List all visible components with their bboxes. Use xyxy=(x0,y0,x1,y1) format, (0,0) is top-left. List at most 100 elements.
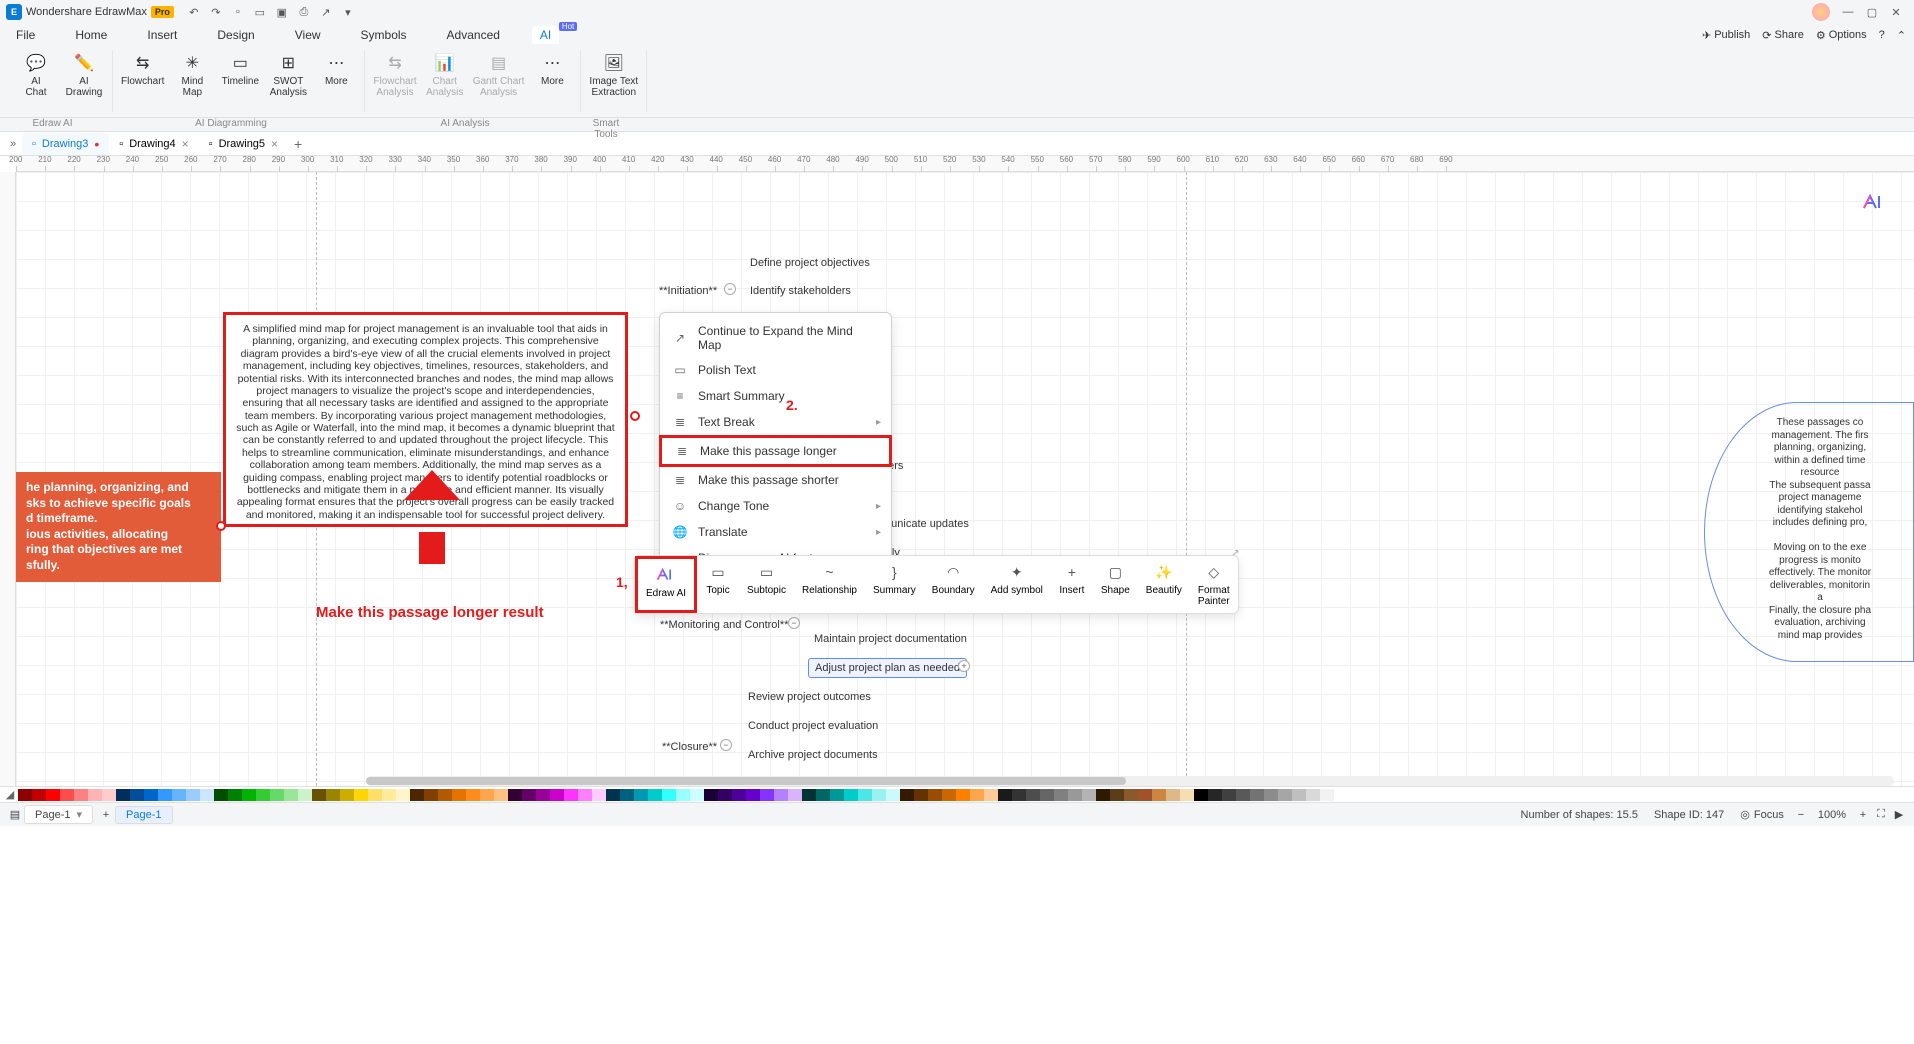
export-icon[interactable]: ↗ xyxy=(318,4,334,20)
ribbon-swot-analysis[interactable]: ⊞SWOTAnalysis xyxy=(268,50,308,98)
color-swatch[interactable] xyxy=(312,789,326,801)
color-swatch[interactable] xyxy=(18,789,32,801)
color-swatch[interactable] xyxy=(130,789,144,801)
color-swatch[interactable] xyxy=(480,789,494,801)
expand-icon[interactable]: + xyxy=(958,660,970,672)
ftb-add-symbol[interactable]: ✦Add symbol xyxy=(983,556,1051,613)
color-swatch[interactable] xyxy=(872,789,886,801)
color-swatch[interactable] xyxy=(676,789,690,801)
color-swatch[interactable] xyxy=(914,789,928,801)
node-initiation[interactable]: **Initiation** xyxy=(653,282,723,300)
doc-tab[interactable]: ▫Drawing5× xyxy=(199,133,288,155)
color-swatch[interactable] xyxy=(74,789,88,801)
ctx-translate[interactable]: 🌐Translate▸ xyxy=(660,519,891,545)
color-swatch[interactable] xyxy=(900,789,914,801)
color-swatch[interactable] xyxy=(158,789,172,801)
ctx-make-this-passage-shorter[interactable]: ≣Make this passage shorter xyxy=(660,467,891,493)
color-swatch[interactable] xyxy=(844,789,858,801)
color-swatch[interactable] xyxy=(956,789,970,801)
ftb-summary[interactable]: }Summary xyxy=(865,556,924,613)
color-swatch[interactable] xyxy=(536,789,550,801)
help-icon[interactable]: ? xyxy=(1879,29,1885,41)
color-swatch[interactable] xyxy=(438,789,452,801)
color-swatch[interactable] xyxy=(690,789,704,801)
color-swatch[interactable] xyxy=(340,789,354,801)
node-archive-docs[interactable]: Archive project documents xyxy=(742,746,884,764)
node-conduct-eval[interactable]: Conduct project evaluation xyxy=(742,717,884,735)
close-toolbar-icon[interactable]: ↗ xyxy=(1231,548,1239,559)
color-swatch[interactable] xyxy=(242,789,256,801)
ribbon-ai-chat[interactable]: 💬AIChat xyxy=(16,50,56,98)
color-swatch[interactable] xyxy=(886,789,900,801)
ftb-edraw-ai[interactable]: Edraw AI xyxy=(635,556,697,613)
color-swatch[interactable] xyxy=(592,789,606,801)
color-swatch[interactable] xyxy=(1110,789,1124,801)
color-swatch[interactable] xyxy=(1054,789,1068,801)
canvas-area[interactable]: he planning, organizing, and sks to achi… xyxy=(0,172,1914,786)
zoom-in-button[interactable]: + xyxy=(1854,806,1872,824)
save-icon[interactable]: ▣ xyxy=(274,4,290,20)
collapse-icon[interactable]: − xyxy=(724,283,736,295)
color-swatch[interactable] xyxy=(214,789,228,801)
color-swatch[interactable] xyxy=(746,789,760,801)
ftb-boundary[interactable]: ◠Boundary xyxy=(924,556,983,613)
color-swatch[interactable] xyxy=(396,789,410,801)
color-swatch[interactable] xyxy=(1306,789,1320,801)
color-swatch[interactable] xyxy=(1012,789,1026,801)
ftb-subtopic[interactable]: ▭Subtopic xyxy=(739,556,794,613)
node-review-outcomes[interactable]: Review project outcomes xyxy=(742,688,877,706)
fullscreen-icon[interactable]: ▶ xyxy=(1890,806,1908,824)
print-icon[interactable]: ⎙ xyxy=(296,4,312,20)
redo-icon[interactable]: ↷ xyxy=(208,4,224,20)
color-swatch[interactable] xyxy=(368,789,382,801)
color-swatch[interactable] xyxy=(1124,789,1138,801)
ribbon-more[interactable]: ⋯More xyxy=(316,50,356,98)
color-swatch[interactable] xyxy=(1138,789,1152,801)
color-swatch[interactable] xyxy=(648,789,662,801)
color-swatch[interactable] xyxy=(102,789,116,801)
close-tab-icon[interactable]: × xyxy=(182,137,189,151)
color-swatch[interactable] xyxy=(522,789,536,801)
close-tab-icon[interactable]: × xyxy=(271,137,278,151)
color-swatch[interactable] xyxy=(1096,789,1110,801)
ftb-beautify[interactable]: ✨Beautify xyxy=(1138,556,1190,613)
color-swatch[interactable] xyxy=(410,789,424,801)
menu-ai[interactable]: AI Hot xyxy=(532,26,559,44)
color-swatch[interactable] xyxy=(298,789,312,801)
color-swatch[interactable] xyxy=(1068,789,1082,801)
color-swatch[interactable] xyxy=(788,789,802,801)
color-swatch[interactable] xyxy=(1152,789,1166,801)
node-closure[interactable]: **Closure** xyxy=(656,738,723,756)
color-swatch[interactable] xyxy=(830,789,844,801)
menu-design[interactable]: Design xyxy=(209,26,262,44)
new-icon[interactable]: ▫ xyxy=(230,4,246,20)
menu-view[interactable]: View xyxy=(287,26,329,44)
node-identify-stakeholders[interactable]: Identify stakeholders xyxy=(744,282,857,300)
ctx-continue-to-expand-the-mind-map[interactable]: ↗Continue to Expand the Mind Map xyxy=(660,319,891,357)
color-swatch[interactable] xyxy=(46,789,60,801)
color-swatch[interactable] xyxy=(32,789,46,801)
collapse-ribbon-icon[interactable]: ⌃ xyxy=(1897,29,1906,42)
options-button[interactable]: ⚙ Options xyxy=(1816,29,1867,42)
color-swatch[interactable] xyxy=(256,789,270,801)
color-swatch[interactable] xyxy=(60,789,74,801)
node-define-objectives[interactable]: Define project objectives xyxy=(744,254,876,272)
color-swatch[interactable] xyxy=(1236,789,1250,801)
color-swatch[interactable] xyxy=(284,789,298,801)
right-bubble[interactable]: These passages co management. The firs p… xyxy=(1704,402,1914,662)
color-swatch[interactable] xyxy=(1180,789,1194,801)
maximize-icon[interactable]: ▢ xyxy=(1860,4,1884,20)
resize-handle-left[interactable] xyxy=(216,521,226,531)
node-monitoring[interactable]: **Monitoring and Control** xyxy=(654,616,794,634)
color-swatch[interactable] xyxy=(858,789,872,801)
color-swatch[interactable] xyxy=(816,789,830,801)
share-button[interactable]: ⟳ Share xyxy=(1762,29,1804,42)
add-tab-button[interactable]: + xyxy=(288,136,308,152)
color-swatch[interactable] xyxy=(452,789,466,801)
color-swatch[interactable] xyxy=(704,789,718,801)
color-swatch[interactable] xyxy=(732,789,746,801)
color-swatch[interactable] xyxy=(116,789,130,801)
node-maintain-doc[interactable]: Maintain project documentation xyxy=(808,630,973,648)
ribbon-chart-analysis[interactable]: 📊ChartAnalysis xyxy=(425,50,465,98)
canvas[interactable]: he planning, organizing, and sks to achi… xyxy=(16,172,1914,786)
